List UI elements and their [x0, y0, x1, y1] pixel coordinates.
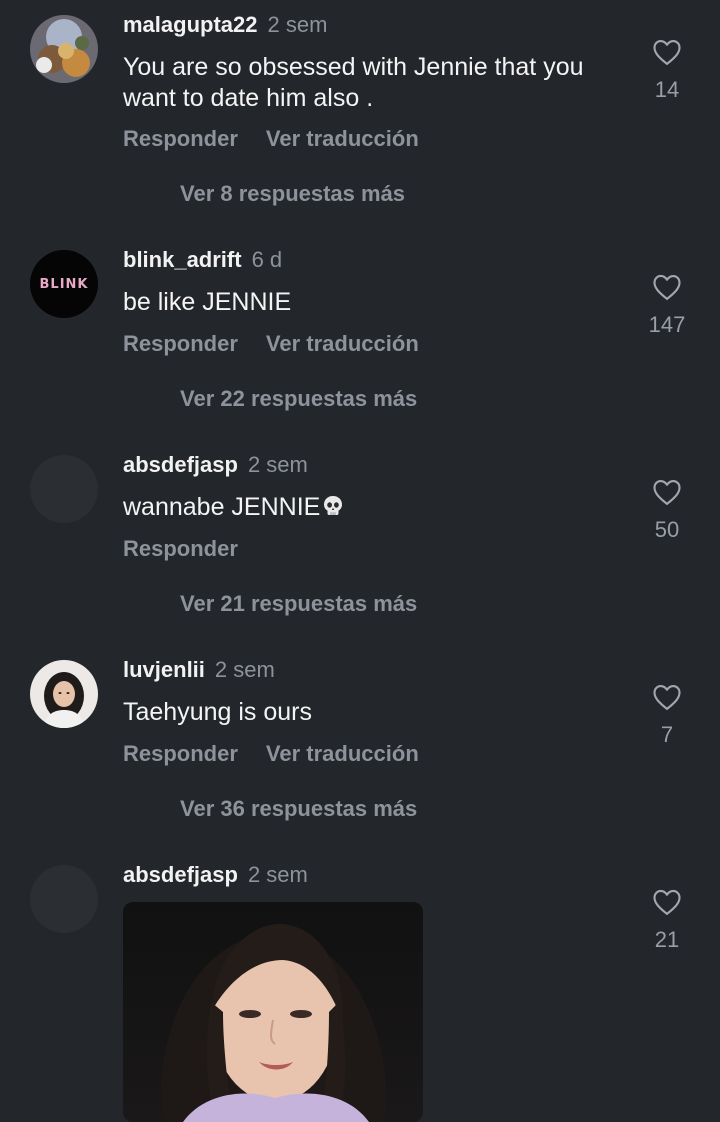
view-more-replies-button[interactable]: Ver 8 respuestas más — [180, 180, 405, 208]
reply-button[interactable]: Responder — [123, 126, 238, 151]
comment-header: absdefjasp 2 sem — [123, 861, 308, 889]
timestamp: 2 sem — [247, 452, 308, 477]
like-button[interactable]: 14 — [637, 38, 697, 102]
like-count: 7 — [660, 722, 674, 747]
username[interactable]: absdefjasp — [123, 862, 238, 887]
heart-outline-icon — [653, 39, 681, 65]
timestamp: 6 d — [251, 247, 283, 272]
like-button[interactable]: 147 — [637, 273, 697, 337]
reply-button[interactable]: Responder — [123, 741, 238, 766]
heart-outline-icon — [653, 889, 681, 915]
username[interactable]: luvjenlii — [123, 657, 205, 682]
comment-text: Taehyung is ours — [123, 698, 313, 726]
avatar-logo-text: BLINK — [39, 276, 89, 292]
skull-emoji-icon — [324, 496, 343, 515]
heart-outline-icon — [653, 274, 681, 300]
comment-actions: Responder Ver traducción — [123, 125, 419, 153]
like-count: 50 — [654, 517, 680, 542]
like-count: 14 — [654, 77, 680, 102]
comment-text: wannabe JENNIE — [123, 492, 633, 523]
avatar[interactable] — [30, 455, 98, 523]
comment-actions: Responder Ver traducción — [123, 740, 419, 768]
like-button[interactable]: 7 — [637, 683, 697, 747]
heart-outline-icon — [653, 479, 681, 505]
like-count: 147 — [648, 312, 686, 337]
timestamp: 2 sem — [247, 862, 308, 887]
comment-text-content: wannabe JENNIE — [123, 493, 321, 521]
timestamp: 2 sem — [267, 12, 328, 37]
reply-button[interactable]: Responder — [123, 331, 238, 356]
avatar[interactable] — [30, 15, 98, 83]
comment-header: luvjenlii 2 sem — [123, 656, 275, 684]
translate-button[interactable]: Ver traducción — [266, 126, 419, 151]
avatar[interactable] — [30, 865, 98, 933]
comment-header: malagupta22 2 sem — [123, 11, 327, 39]
username[interactable]: blink_adrift — [123, 247, 242, 272]
comment-text: You are so obsessed with Jennie that you… — [123, 53, 584, 112]
avatar[interactable] — [30, 660, 98, 728]
translate-button[interactable]: Ver traducción — [266, 331, 419, 356]
like-button[interactable]: 50 — [637, 478, 697, 542]
view-more-replies-button[interactable]: Ver 21 respuestas más — [180, 590, 417, 618]
comment-actions: Responder Ver traducción — [123, 330, 419, 358]
comment-actions: Responder — [123, 535, 238, 563]
heart-outline-icon — [653, 684, 681, 710]
like-count: 21 — [654, 927, 680, 952]
username[interactable]: malagupta22 — [123, 12, 258, 37]
username[interactable]: absdefjasp — [123, 452, 238, 477]
timestamp: 2 sem — [214, 657, 275, 682]
view-more-replies-button[interactable]: Ver 36 respuestas más — [180, 795, 417, 823]
comment-header: blink_adrift 6 d — [123, 246, 282, 274]
translate-button[interactable]: Ver traducción — [266, 741, 419, 766]
comment-header: absdefjasp 2 sem — [123, 451, 308, 479]
comment-photo-attachment[interactable] — [123, 902, 423, 1122]
comment-text: be like JENNIE — [123, 288, 292, 316]
view-more-replies-button[interactable]: Ver 22 respuestas más — [180, 385, 417, 413]
like-button[interactable]: 21 — [637, 888, 697, 952]
avatar[interactable]: BLINK — [30, 250, 98, 318]
reply-button[interactable]: Responder — [123, 536, 238, 561]
